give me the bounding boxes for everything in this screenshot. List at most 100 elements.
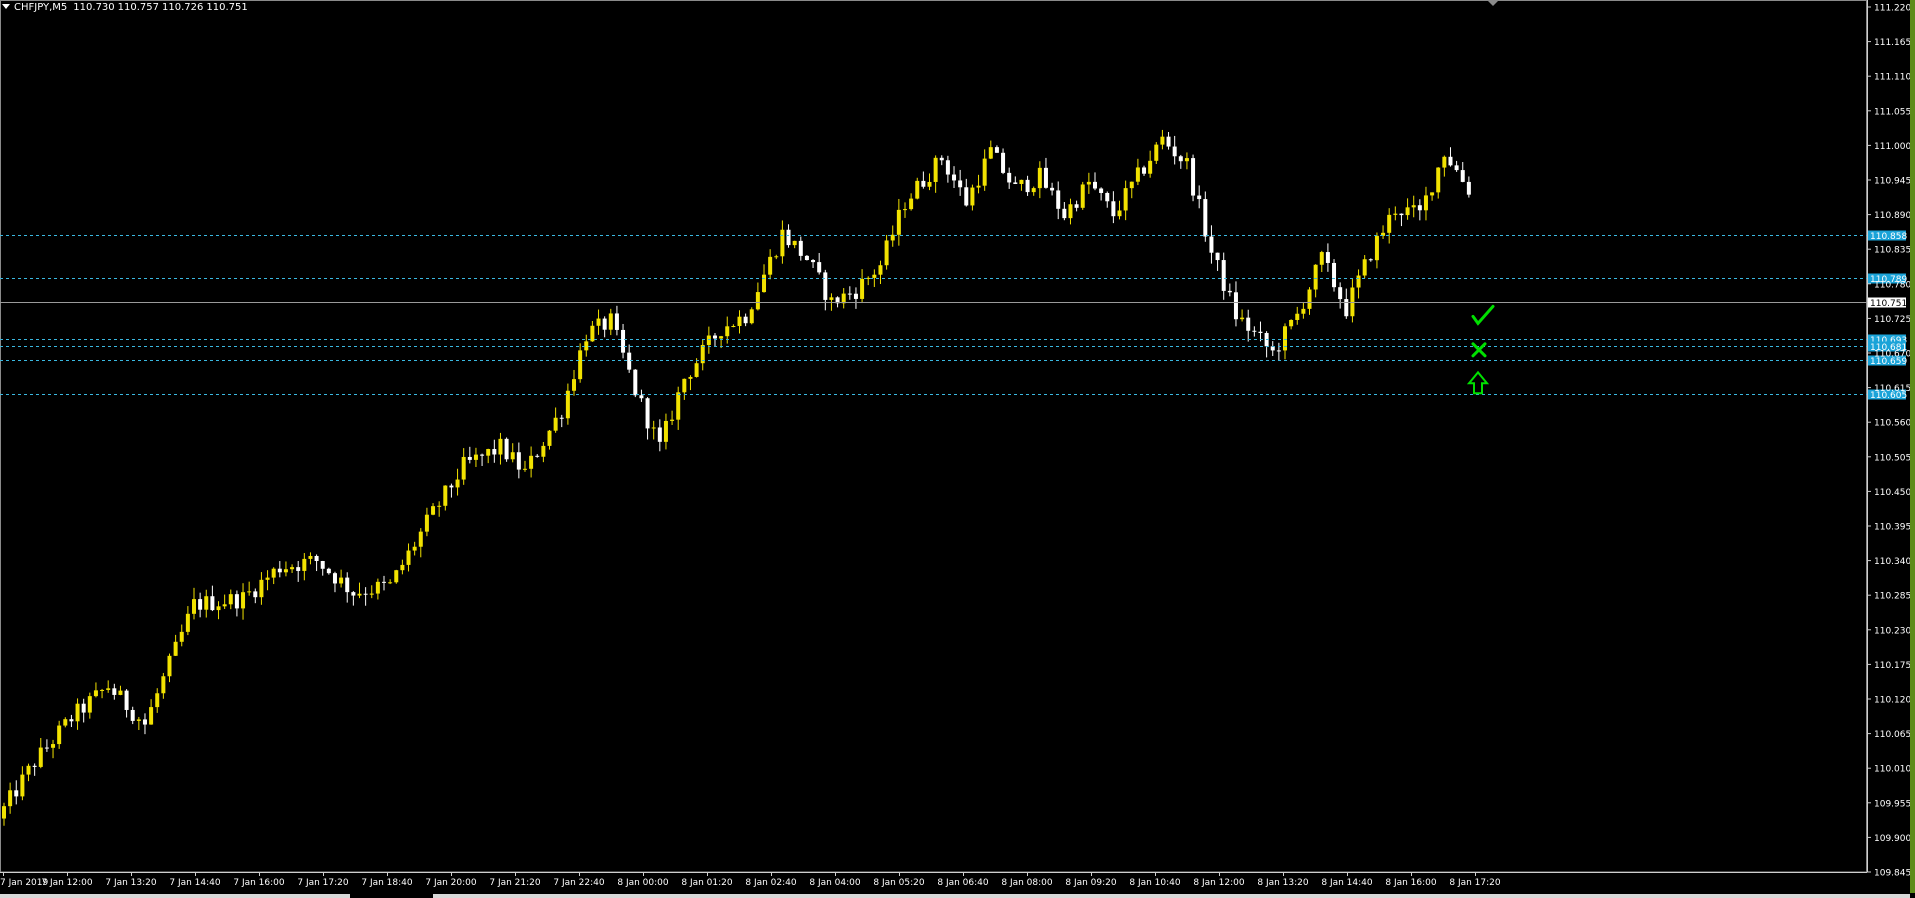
candle-bear <box>234 594 239 609</box>
x-tick-label: 8 Jan 14:40 <box>1321 878 1373 888</box>
candle-bear <box>743 316 748 324</box>
symbol-label: CHFJPY,M5 <box>14 2 68 13</box>
candle-bull <box>706 335 711 345</box>
candle-bull <box>290 567 295 570</box>
y-tick-label: 110.285 <box>1874 592 1911 602</box>
candle-bear <box>332 573 337 584</box>
candle-bull <box>38 747 43 767</box>
candle-bear <box>253 591 258 598</box>
candle-bull <box>988 147 993 159</box>
candle-bear <box>1142 167 1147 174</box>
candle-bear <box>210 596 215 611</box>
candle-bear <box>130 709 135 721</box>
x-tick-label: 8 Jan 02:40 <box>745 878 797 888</box>
candle-bear <box>627 352 632 370</box>
y-tick-label: 110.010 <box>1874 765 1911 775</box>
x-tick-label: 7 Jan 14:40 <box>169 878 221 888</box>
current-price-label: 110.751 <box>1870 299 1907 309</box>
candle-bear <box>1056 190 1061 209</box>
candle-bear <box>1105 192 1110 202</box>
candle-bear <box>964 187 969 206</box>
candle-bear <box>1338 287 1343 300</box>
y-tick-label: 110.890 <box>1874 211 1911 221</box>
candle-bull <box>2 806 6 819</box>
candle-bull <box>1387 214 1392 233</box>
cross-mark-icon[interactable] <box>1471 342 1487 358</box>
y-tick-label: 110.395 <box>1874 523 1911 533</box>
candle-bull <box>369 593 374 595</box>
x-tick-label: 8 Jan 13:20 <box>1257 878 1309 888</box>
candle-bear <box>939 157 944 161</box>
candle-bull <box>1307 289 1312 309</box>
candle-bull <box>247 591 252 593</box>
candle-bear <box>1276 350 1281 352</box>
candle-bull <box>455 479 460 488</box>
candle-bear <box>811 260 816 263</box>
menu-triangle-icon[interactable] <box>2 4 10 9</box>
candle-bear <box>516 452 521 470</box>
candle-bull <box>1411 205 1416 208</box>
tab-strip-right[interactable] <box>433 894 1910 898</box>
candle-bear <box>602 318 607 330</box>
candle-bull <box>63 719 68 726</box>
y-tick-label: 110.560 <box>1874 419 1911 429</box>
candle-bull <box>976 185 981 188</box>
candle-bear <box>645 398 650 429</box>
candle-bull <box>185 613 190 632</box>
candle-bull <box>228 594 233 605</box>
candle-bull <box>829 297 834 300</box>
y-tick-label: 110.065 <box>1874 730 1911 740</box>
candle-bear <box>786 229 791 246</box>
price-chart[interactable]: 110.858110.789110.751110.693110.681110.6… <box>0 0 1915 898</box>
candle-bull <box>302 558 307 571</box>
x-tick-label: 7 Jan 13:20 <box>105 878 157 888</box>
candle-bull <box>1405 207 1410 216</box>
candle-bear <box>363 593 368 595</box>
y-tick-label: 110.505 <box>1874 453 1911 463</box>
candle-bull <box>1037 167 1042 189</box>
level-price-label: 110.858 <box>1870 232 1907 242</box>
candle-bear <box>124 690 129 710</box>
candle-bull <box>388 582 393 584</box>
y-tick-label: 110.615 <box>1874 384 1911 394</box>
candle-bull <box>1160 136 1165 145</box>
y-tick-label: 110.945 <box>1874 177 1911 187</box>
candle-bull <box>1019 179 1024 184</box>
candle-bull <box>927 181 932 187</box>
candle-bull <box>522 468 527 470</box>
check-mark-icon[interactable] <box>1471 304 1495 326</box>
window-edge <box>1910 0 1915 898</box>
candle-bull <box>1423 195 1428 211</box>
candle-bull <box>1123 188 1128 211</box>
candle-bull <box>663 420 668 442</box>
candle-bull <box>357 593 362 596</box>
candle-bull <box>541 445 546 457</box>
candle-bull <box>26 765 31 775</box>
candle-bull <box>339 577 344 584</box>
candle-bull <box>259 579 264 598</box>
candle-bull <box>1350 287 1355 317</box>
candle-bear <box>1246 317 1251 331</box>
y-tick-label: 109.845 <box>1874 869 1911 879</box>
candle-bull <box>1362 259 1367 276</box>
x-tick-label: 7 Jan 21:20 <box>489 878 541 888</box>
candle-bear <box>1025 179 1030 193</box>
candle-bull <box>915 180 920 199</box>
candle-bull <box>265 577 270 580</box>
candle-bull <box>670 419 675 421</box>
buy-arrow-icon[interactable] <box>1466 370 1490 395</box>
candle-bull <box>608 313 613 330</box>
x-tick-label: 8 Jan 16:00 <box>1385 878 1437 888</box>
candle-bull <box>1295 313 1300 320</box>
candle-bull <box>192 599 197 614</box>
plot-frame <box>0 0 1867 873</box>
candle-bull <box>106 688 111 690</box>
chart-window[interactable]: 110.858 110.789 110.751 110.693 110.681 110.6… <box>0 0 1915 898</box>
chart-shift-marker-icon[interactable] <box>1487 0 1499 6</box>
candle-bear <box>69 719 74 722</box>
y-tick-label: 109.900 <box>1874 834 1911 844</box>
candle-bear <box>296 567 301 571</box>
candle-bear <box>44 747 49 749</box>
tab-strip-left[interactable] <box>0 894 350 898</box>
candle-bear <box>504 438 509 460</box>
